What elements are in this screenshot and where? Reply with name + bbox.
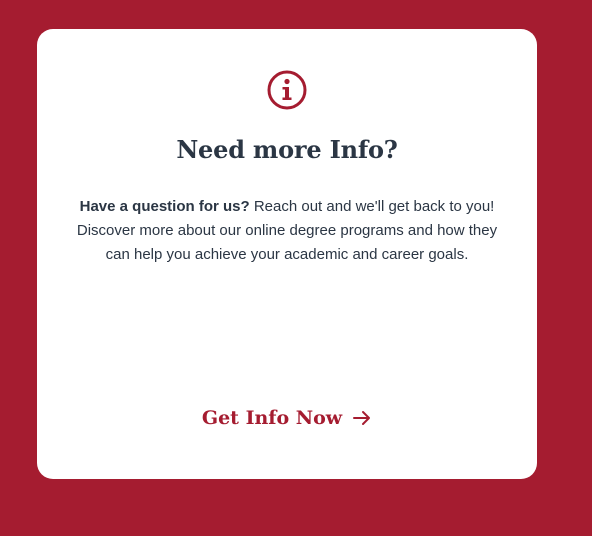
cta-label: Get Info Now [201,407,343,429]
arrow-right-icon [353,411,371,425]
get-info-now-link[interactable]: Get Info Now [37,407,537,429]
info-card: Need more Info? Have a question for us? … [37,29,537,479]
card-description: Have a question for us? Reach out and we… [73,195,501,267]
card-title: Need more Info? [176,135,398,164]
info-circle-icon [267,70,307,110]
description-lead: Have a question for us? [79,198,250,215]
